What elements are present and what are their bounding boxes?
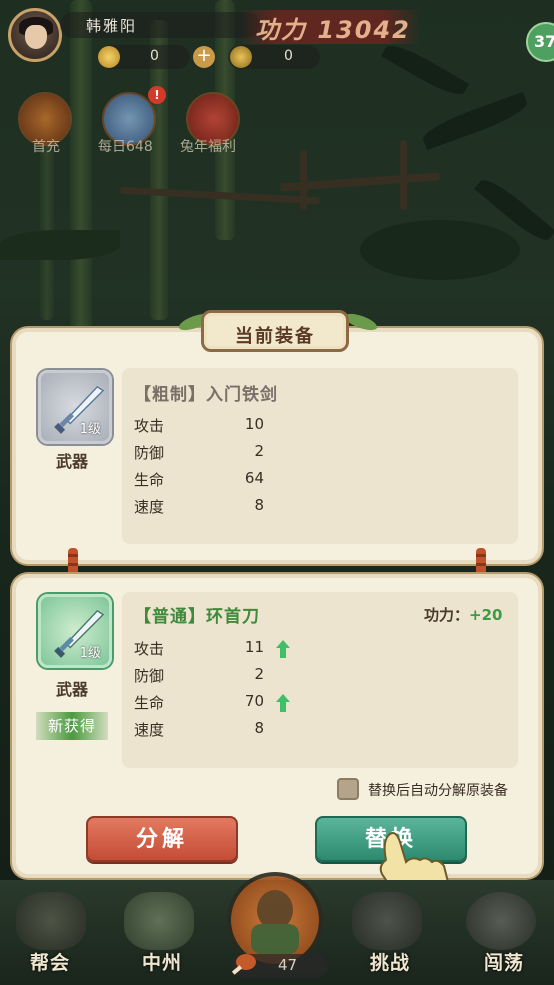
nav-zhongzhou[interactable]: 中州 <box>142 948 182 975</box>
stamina-value: 47 <box>278 956 298 974</box>
panel-title-plate: 当前装备 <box>201 310 349 352</box>
power-display: 功力 13042 <box>255 16 411 44</box>
gold-ingot-icon <box>98 46 120 68</box>
new-equipment-name: 【普通】环首刀 <box>134 607 260 627</box>
stat-up-arrow-icon <box>276 694 290 712</box>
stat-row-defense: 防御 2 <box>134 442 264 462</box>
power-delta: 功力：+20 <box>424 606 503 624</box>
panel-title: 当前装备 <box>235 326 315 347</box>
meat-drumstick-icon <box>231 954 256 975</box>
nav-challenge[interactable]: 挑战 <box>370 948 410 975</box>
stat-row-speed: 速度 8 <box>134 719 264 739</box>
pot-icon[interactable] <box>466 892 536 950</box>
notification-badge: ! <box>148 86 166 104</box>
stat-row-hp: 生命 64 <box>134 469 264 489</box>
event-label-daily: 每日648 <box>98 139 153 155</box>
anvil-icon[interactable] <box>352 892 422 950</box>
add-currency-button[interactable]: + <box>193 46 215 68</box>
slot-level: 1级 <box>79 646 101 661</box>
current-weapon-slot[interactable]: 1级 <box>38 370 112 444</box>
gem-count: 0 <box>284 48 293 64</box>
player-avatar[interactable] <box>8 8 62 62</box>
nav-guild[interactable]: 帮会 <box>30 948 70 975</box>
player-name: 韩雅阳 <box>86 17 138 35</box>
new-acquired-tag: 新获得 <box>36 712 108 740</box>
event-label-first-recharge: 首充 <box>32 139 60 155</box>
event-label-rabbit-year: 兔年福利 <box>180 139 236 155</box>
stat-row-hp: 生命 70 <box>134 692 334 714</box>
guild-hall-icon[interactable] <box>16 892 86 950</box>
slot-level: 1级 <box>79 422 101 437</box>
stat-row-attack: 攻击 10 <box>134 415 264 435</box>
stat-row-attack: 攻击 11 <box>134 638 334 660</box>
equipment-category: 武器 <box>56 680 89 699</box>
stat-row-speed: 速度 8 <box>134 496 264 516</box>
stat-up-arrow-icon <box>276 640 290 658</box>
coin-count: 0 <box>150 48 159 64</box>
copper-coin-icon <box>230 46 252 68</box>
stat-row-defense: 防御 2 <box>134 665 264 685</box>
auto-decompose-checkbox[interactable] <box>337 778 359 800</box>
mountain-icon[interactable] <box>124 892 194 950</box>
nav-adventure[interactable]: 闯荡 <box>484 948 524 975</box>
decompose-button[interactable]: 分解 <box>86 816 238 862</box>
new-weapon-slot[interactable]: 1级 <box>38 594 112 668</box>
current-equipment-name: 【粗制】入门铁剑 <box>134 385 278 405</box>
equipment-category: 武器 <box>56 452 89 471</box>
auto-decompose-label: 替换后自动分解原装备 <box>368 783 508 799</box>
